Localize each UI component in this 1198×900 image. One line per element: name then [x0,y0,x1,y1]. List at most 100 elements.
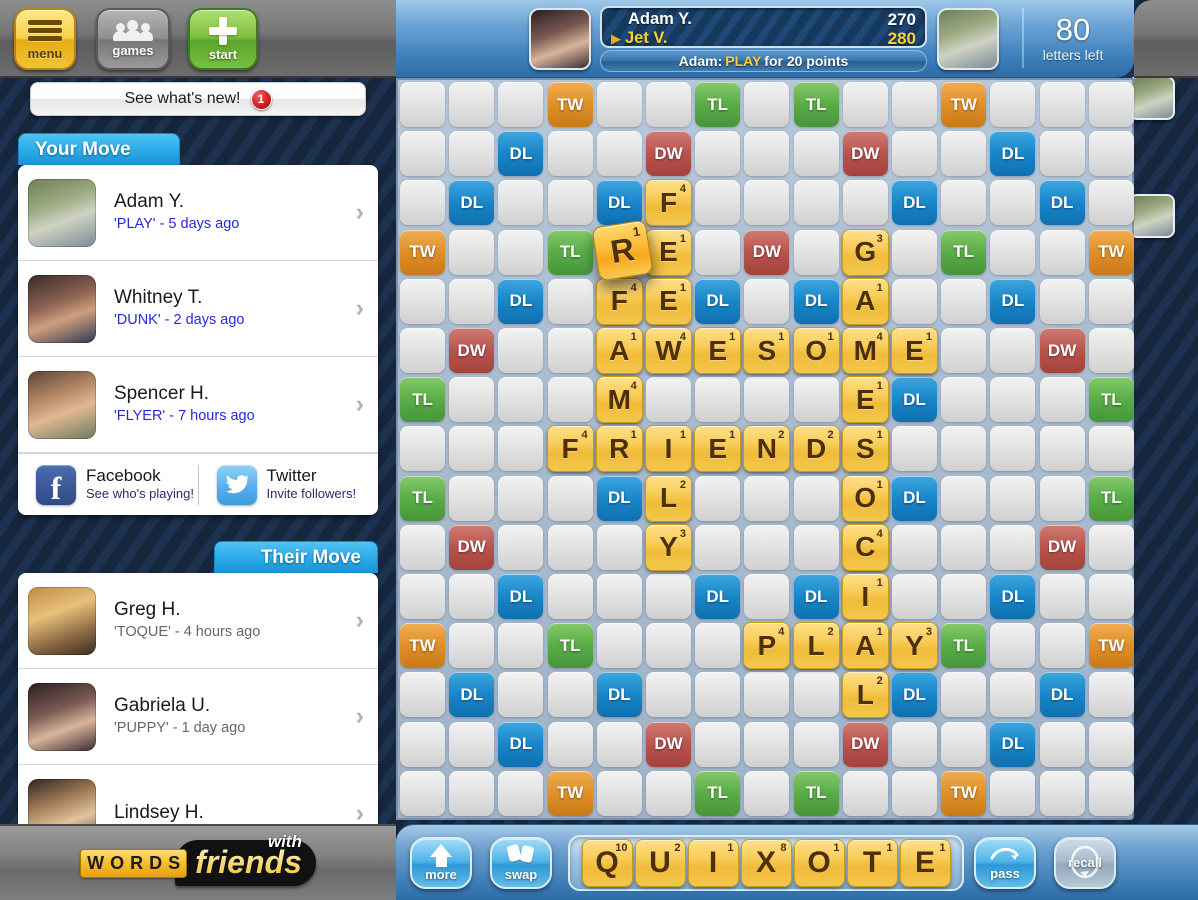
board-cell-bonus-dl[interactable]: DL [892,672,937,718]
tile-rack[interactable]: Q 10 U 2 I 1 X 8 O 1 T 1 E 1 [568,835,964,891]
pass-button[interactable]: pass [974,837,1036,889]
your-move-tab[interactable]: Your Move [18,133,180,165]
board-cell[interactable] [449,426,495,472]
board-cell[interactable] [744,672,790,718]
board-cell[interactable] [400,426,445,472]
rack-tile[interactable]: X8 [740,839,792,887]
board-cell-bonus-dl[interactable]: DL [793,278,839,324]
board-cell[interactable] [1088,82,1134,127]
board-cell[interactable] [941,475,987,521]
board-cell[interactable] [400,328,445,373]
board-cell[interactable] [1039,82,1085,127]
board-cell[interactable] [498,475,544,521]
game-board[interactable]: TW TL TL TW DL DW DW DL DL DL DL DL TW TL DW TL TW DL DL DL… [396,78,1134,820]
board-cell-bonus-tw[interactable]: TW [400,229,445,275]
board-cell[interactable] [793,475,839,521]
board-cell[interactable] [990,623,1036,669]
board-cell[interactable] [400,770,445,816]
board-cell[interactable] [1039,574,1085,619]
board-cell[interactable] [941,328,987,373]
board-cell[interactable] [744,180,790,226]
last-move-banner[interactable]: Adam: PLAY for 20 points [600,50,927,72]
rack-tile[interactable]: T1 [846,839,898,887]
board-cell-bonus-dw[interactable]: DW [744,229,790,275]
board-cell-bonus-tw[interactable]: TW [547,82,593,127]
board-cell-bonus-tl[interactable]: TL [941,229,987,275]
board-cell[interactable] [400,721,445,767]
board-cell[interactable] [1039,426,1085,472]
board-cell[interactable] [744,524,790,570]
board-cell-bonus-dl[interactable]: DL [990,574,1036,619]
board-cell[interactable] [695,377,741,423]
board-cell-bonus-tl[interactable]: TL [941,623,987,669]
board-cell[interactable] [892,131,937,177]
avatar[interactable] [28,370,96,439]
board-cell-bonus-dl[interactable]: DL [498,278,544,324]
board-cell[interactable] [449,82,495,127]
board-cell[interactable] [646,574,691,619]
board-cell-bonus-tw[interactable]: TW [547,770,593,816]
board-cell[interactable] [842,180,888,226]
board-cell[interactable] [990,180,1036,226]
board-cell-bonus-dl[interactable]: DL [892,475,937,521]
board-cell[interactable] [793,180,839,226]
board-cell-bonus-tl[interactable]: TL [793,82,839,127]
board-cell[interactable] [498,672,544,718]
board-cell[interactable] [842,770,888,816]
game-list-item[interactable]: Spencer H. 'FLYER' - 7 hours ago › [18,357,378,453]
board-cell[interactable] [449,278,495,324]
rack-tile[interactable]: O1 [793,839,845,887]
board-cell-bonus-dl[interactable]: DL [695,278,741,324]
board-cell[interactable] [892,770,937,816]
board-cell[interactable] [1088,278,1134,324]
board-cell[interactable] [1088,131,1134,177]
start-button[interactable]: start [188,8,258,70]
board-cell[interactable] [646,770,691,816]
board-cell[interactable] [1088,426,1134,472]
board-cell[interactable] [793,721,839,767]
board-cell[interactable] [596,131,642,177]
board-cell[interactable] [1039,229,1085,275]
board-cell-bonus-dl[interactable]: DL [449,672,495,718]
board-cell[interactable] [1088,721,1134,767]
board-cell[interactable] [695,623,741,669]
board-cell[interactable] [547,574,593,619]
board-cell[interactable] [1039,278,1085,324]
board-cell-bonus-tw[interactable]: TW [400,623,445,669]
board-cell-bonus-dl[interactable]: DL [449,180,495,226]
board-cell-bonus-dw[interactable]: DW [646,131,691,177]
board-cell[interactable] [400,574,445,619]
swap-button[interactable]: swap [490,837,552,889]
board-cell-bonus-tl[interactable]: TL [400,475,445,521]
board-cell[interactable] [990,524,1036,570]
board-cell[interactable] [1088,524,1134,570]
board-cell-bonus-tl[interactable]: TL [547,229,593,275]
board-cell-bonus-dl[interactable]: DL [892,377,937,423]
board-cell[interactable] [842,82,888,127]
board-cell-bonus-dl[interactable]: DL [498,574,544,619]
board-cell[interactable] [498,180,544,226]
games-button[interactable]: games [96,8,170,70]
board-cell-bonus-tw[interactable]: TW [941,770,987,816]
board-cell[interactable] [744,278,790,324]
board-cell[interactable] [941,426,987,472]
board-cell[interactable] [941,574,987,619]
board-cell[interactable] [646,377,691,423]
board-cell[interactable] [990,426,1036,472]
board-cell[interactable] [646,82,691,127]
board-cell[interactable] [498,229,544,275]
board-cell-bonus-tw[interactable]: TW [941,82,987,127]
board-cell[interactable] [695,721,741,767]
board-cell[interactable] [547,180,593,226]
board-cell[interactable] [892,721,937,767]
board-cell-bonus-tw[interactable]: TW [1088,623,1134,669]
board-cell-bonus-tl[interactable]: TL [547,623,593,669]
board-cell[interactable] [449,229,495,275]
board-cell-bonus-dw[interactable]: DW [1039,524,1085,570]
board-cell[interactable] [547,377,593,423]
board-cell[interactable] [744,82,790,127]
board-cell[interactable] [990,377,1036,423]
board-cell[interactable] [449,721,495,767]
rack-tile[interactable]: U2 [634,839,686,887]
game-list-item[interactable]: Gabriela U. 'PUPPY' - 1 day ago › [18,669,378,765]
